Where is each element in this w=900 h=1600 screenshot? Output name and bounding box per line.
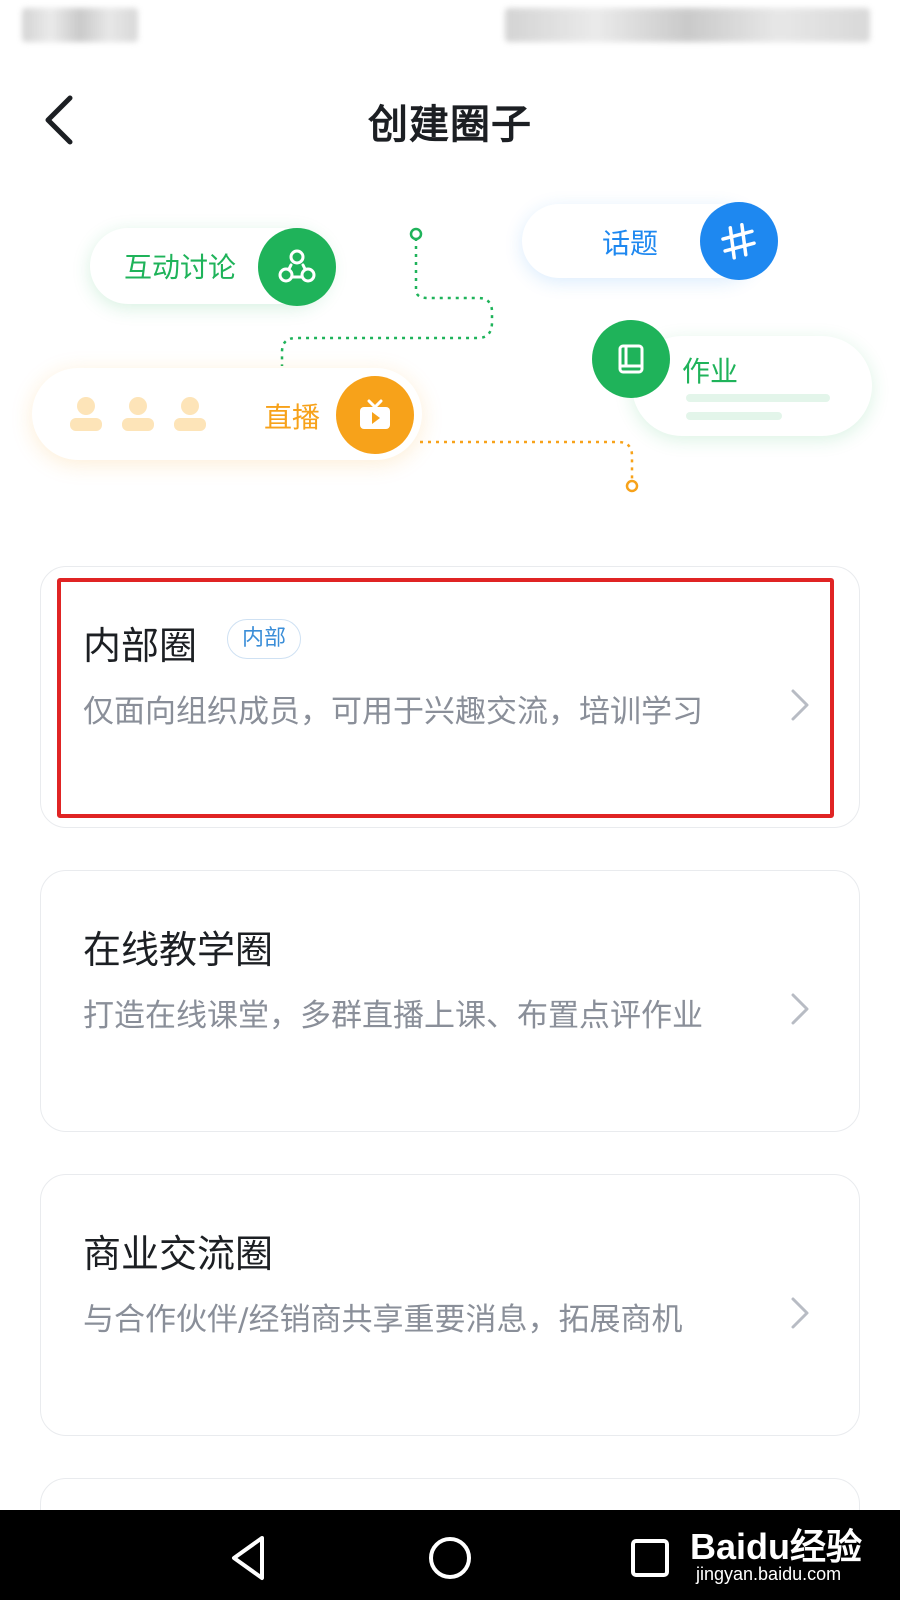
card-description: 与合作伙伴/经销商共享重要消息，拓展商机 (83, 1302, 683, 1338)
status-bar-left (22, 8, 138, 42)
page-title: 创建圈子 (368, 102, 532, 148)
card-title: 内部圈 (83, 624, 198, 668)
chevron-right-icon (791, 1297, 809, 1329)
internal-circle-card[interactable]: 内部圈 内部 仅面向组织成员，可用于兴趣交流，培训学习 (40, 566, 860, 828)
nav-recents-button[interactable] (620, 1530, 680, 1586)
card-description: 仅面向组织成员，可用于兴趣交流，培训学习 (83, 694, 703, 730)
homework-label: 作业 (682, 355, 739, 388)
hero-illustration: 互动讨论 话题 作业 直播 (0, 190, 900, 520)
hashtag-icon (721, 222, 756, 260)
tv-play-icon (360, 399, 390, 429)
baidu-watermark: Baidu经验 jingyan.baidu.com (682, 1518, 882, 1594)
system-nav-bar: Baidu经验 jingyan.baidu.com (0, 1510, 900, 1600)
live-circle (336, 376, 414, 454)
homework-line-1 (686, 394, 830, 402)
topic-circle (700, 202, 778, 280)
discussion-circle (258, 228, 336, 306)
card-title: 在线教学圈 (83, 928, 274, 972)
circle-home-icon (429, 1537, 471, 1579)
live-label: 直播 (264, 401, 321, 434)
internal-badge: 内部 (227, 619, 302, 659)
topic-label: 话题 (602, 227, 659, 260)
audience-icon (70, 397, 206, 431)
chevron-right-icon (791, 689, 809, 721)
homework-circle (592, 320, 670, 398)
discussion-label: 互动讨论 (124, 251, 237, 284)
card-title: 商业交流圈 (83, 1232, 274, 1276)
chevron-right-icon (791, 993, 809, 1025)
watermark-main: Baidu经验 (690, 1526, 863, 1567)
nav-back-button[interactable] (220, 1530, 280, 1586)
watermark-sub: jingyan.baidu.com (696, 1564, 842, 1584)
business-circle-card[interactable]: 商业交流圈 与合作伙伴/经销商共享重要消息，拓展商机 (40, 1174, 860, 1436)
triangle-back-icon (232, 1536, 264, 1580)
square-recents-icon (631, 1539, 669, 1577)
card-description: 打造在线课堂，多群直播上课、布置点评作业 (83, 998, 703, 1034)
status-bar-right (505, 8, 870, 42)
teaching-circle-card[interactable]: 在线教学圈 打造在线课堂，多群直播上课、布置点评作业 (40, 870, 860, 1132)
share-group-icon (278, 249, 316, 283)
nav-home-button[interactable] (420, 1530, 480, 1586)
book-icon (618, 344, 644, 374)
homework-line-2 (686, 412, 782, 420)
